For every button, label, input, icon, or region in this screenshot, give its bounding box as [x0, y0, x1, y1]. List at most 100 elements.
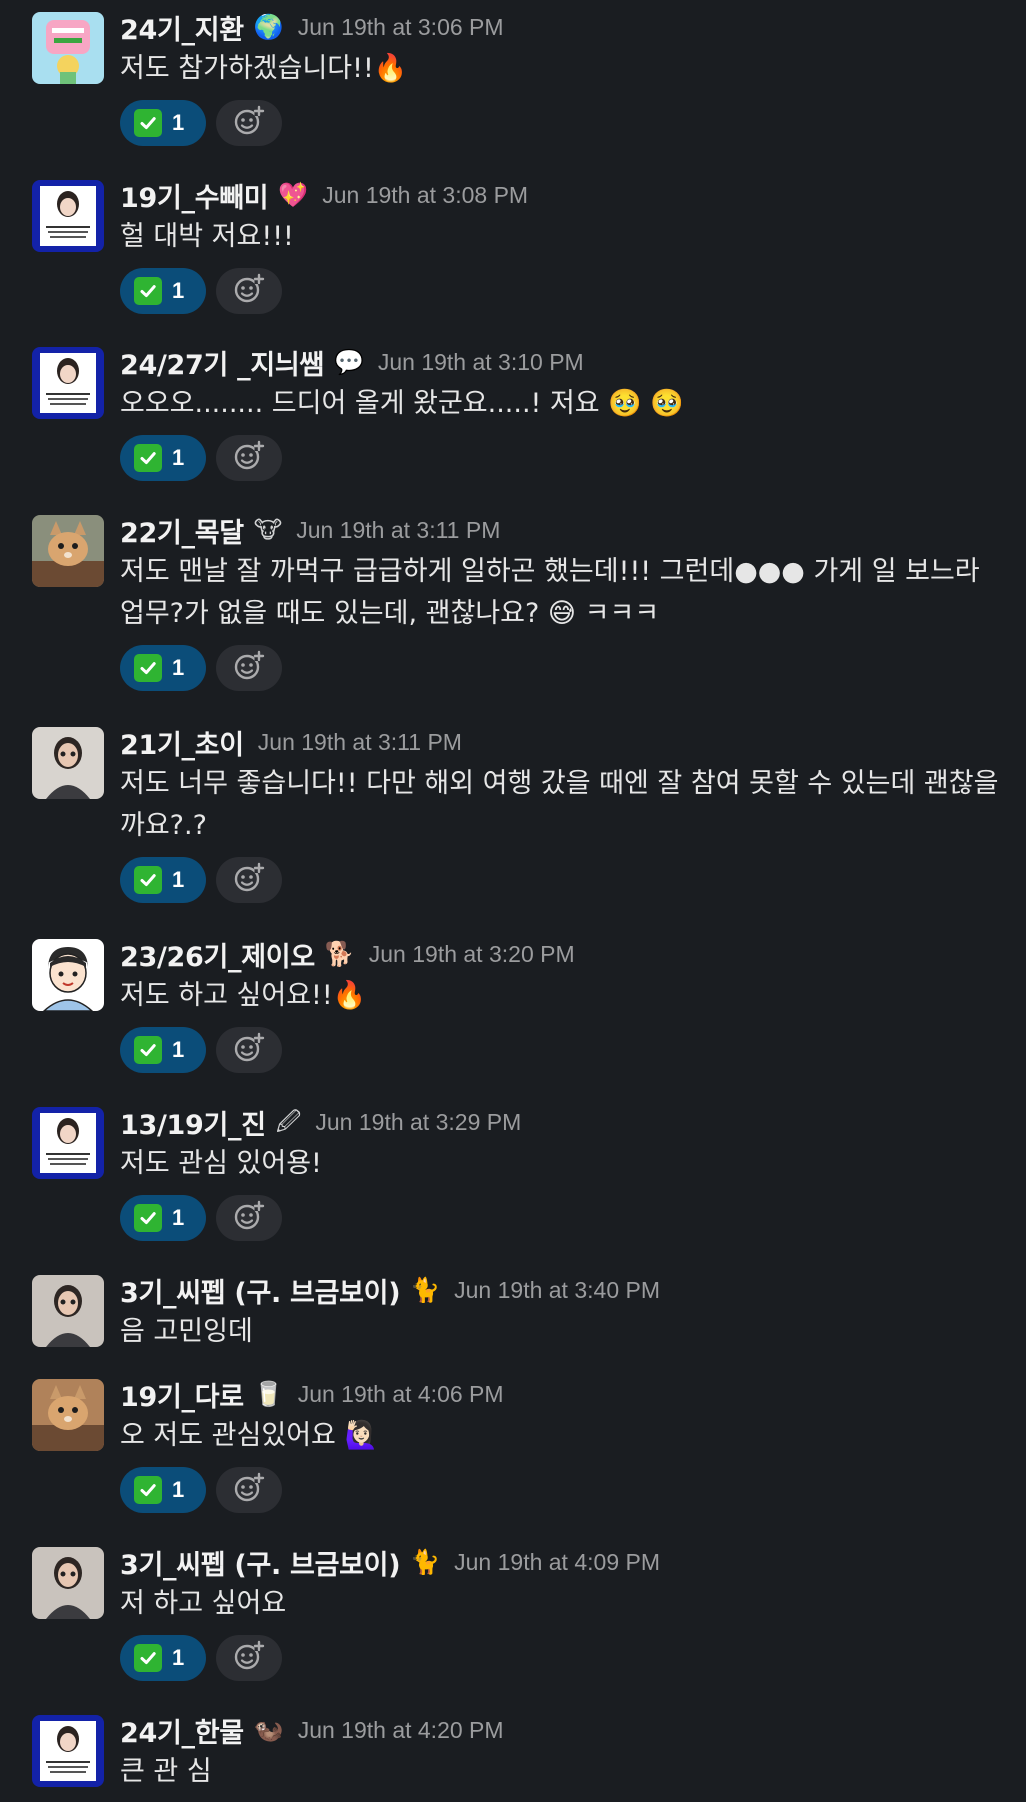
cow-face-icon[interactable]: 🐮 [254, 518, 282, 542]
add-reaction-button[interactable] [216, 435, 282, 481]
timestamp-link[interactable]: Jun 19th at 3:40 PM [454, 1277, 660, 1304]
check-reaction-button[interactable]: 1 [120, 268, 206, 314]
username-link[interactable]: 3기_씨펩 (구. 브금보이) [120, 1543, 401, 1582]
white-check-mark-icon [134, 277, 162, 305]
add-reaction-button[interactable] [216, 1027, 282, 1073]
reaction-bar: 1 [120, 1195, 282, 1241]
avatar-person-photo-icon[interactable] [32, 1275, 104, 1347]
message-text: 저도 하고 싶어요!!🔥 [120, 980, 367, 1011]
message-header: 24/27기 _지늬쌤 💬 Jun 19th at 3:10 PM [120, 341, 584, 383]
username-link[interactable]: 19기_수빼미 [120, 176, 269, 215]
username-link[interactable]: 22기_목달 [120, 511, 244, 550]
add-reaction-button[interactable] [216, 268, 282, 314]
globe-icon[interactable]: 🌍 [254, 15, 284, 39]
white-check-mark-icon [134, 866, 162, 894]
pen-icon[interactable]: 🖉 [276, 1110, 302, 1134]
check-reaction-button[interactable]: 1 [120, 1027, 206, 1073]
add-reaction-button[interactable] [216, 645, 282, 691]
check-reaction-button[interactable]: 1 [120, 857, 206, 903]
username-link[interactable]: 13/19기_진 [120, 1103, 266, 1142]
reaction-bar: 1 [120, 1027, 282, 1073]
add-reaction-icon [232, 1639, 266, 1678]
username-link[interactable]: 3기_씨펩 (구. 브금보이) [120, 1271, 401, 1310]
avatar-photo-card-icon[interactable] [32, 347, 104, 419]
message-text: 저도 너무 좋습니다!! 다만 해외 여행 갔을 때엔 잘 참여 못할 수 있는… [120, 768, 999, 841]
add-reaction-button[interactable] [216, 1195, 282, 1241]
white-check-mark-icon [134, 1476, 162, 1504]
white-check-mark-icon [134, 1204, 162, 1232]
add-reaction-icon [232, 1031, 266, 1070]
avatar-cat-photo-icon[interactable] [32, 515, 104, 587]
cat-icon[interactable]: 🐈 [410, 1550, 440, 1574]
message-text: 큰 관 심 [120, 1756, 212, 1787]
add-reaction-button[interactable] [216, 1467, 282, 1513]
avatar-photo-card-icon[interactable] [32, 1107, 104, 1179]
add-reaction-button[interactable] [216, 1635, 282, 1681]
check-reaction-button[interactable]: 1 [120, 1195, 206, 1241]
message-header: 23/26기_제이오 🐕 Jun 19th at 3:20 PM [120, 933, 575, 975]
avatar-cat-photo-icon[interactable] [32, 1379, 104, 1451]
add-reaction-button[interactable] [216, 100, 282, 146]
message-header: 3기_씨펩 (구. 브금보이) 🐈 Jun 19th at 4:09 PM [120, 1541, 660, 1583]
reaction-count: 1 [172, 867, 185, 892]
reaction-count: 1 [172, 278, 185, 303]
timestamp-link[interactable]: Jun 19th at 3:08 PM [322, 182, 528, 209]
timestamp-link[interactable]: Jun 19th at 3:10 PM [378, 349, 584, 376]
check-reaction-button[interactable]: 1 [120, 645, 206, 691]
sparkling-heart-icon[interactable]: 💖 [278, 183, 308, 207]
check-reaction-button[interactable]: 1 [120, 1467, 206, 1513]
avatar-pink-card-icon[interactable] [32, 12, 104, 84]
milk-bottle-icon[interactable]: 🥛 [254, 1382, 284, 1406]
avatar-photo-card-icon[interactable] [32, 1715, 104, 1787]
speech-bubble-icon[interactable]: 💬 [334, 350, 364, 374]
message-header: 22기_목달 🐮 Jun 19th at 3:11 PM [120, 509, 500, 551]
timestamp-link[interactable]: Jun 19th at 3:11 PM [296, 517, 500, 544]
message-header: 3기_씨펩 (구. 브금보이) 🐈 Jun 19th at 3:40 PM [120, 1269, 660, 1311]
add-reaction-icon [232, 861, 266, 900]
timestamp-link[interactable]: Jun 19th at 3:06 PM [298, 14, 504, 41]
message-header: 24기_한물 🦦 Jun 19th at 4:20 PM [120, 1709, 504, 1751]
timestamp-link[interactable]: Jun 19th at 4:20 PM [298, 1717, 504, 1744]
username-link[interactable]: 21기_초이 [120, 723, 244, 762]
reaction-bar: 1 [120, 435, 282, 481]
message-header: 24기_지환 🌍 Jun 19th at 3:06 PM [120, 6, 504, 48]
username-link[interactable]: 23/26기_제이오 [120, 935, 315, 974]
otter-icon[interactable]: 🦦 [254, 1718, 284, 1742]
reaction-count: 1 [172, 1477, 185, 1502]
timestamp-link[interactable]: Jun 19th at 3:29 PM [315, 1109, 521, 1136]
timestamp-link[interactable]: Jun 19th at 4:06 PM [298, 1381, 504, 1408]
avatar-photo-card-icon[interactable] [32, 180, 104, 252]
reaction-count: 1 [172, 110, 185, 135]
username-link[interactable]: 24/27기 _지늬쌤 [120, 343, 324, 382]
avatar-cartoon-boy-icon[interactable] [32, 939, 104, 1011]
cat-icon[interactable]: 🐈 [410, 1278, 440, 1302]
check-reaction-button[interactable]: 1 [120, 435, 206, 481]
avatar-person-photo-icon[interactable] [32, 727, 104, 799]
add-reaction-button[interactable] [216, 857, 282, 903]
message-text: 오오오........ 드디어 올게 왔군요.....! 저요 🥹 🥹 [120, 388, 685, 419]
message-text: 저 하고 싶어요 [120, 1588, 287, 1619]
message-header: 19기_수빼미 💖 Jun 19th at 3:08 PM [120, 174, 528, 216]
message-header: 19기_다로 🥛 Jun 19th at 4:06 PM [120, 1373, 504, 1415]
add-reaction-icon [232, 272, 266, 311]
reaction-bar: 1 [120, 857, 282, 903]
timestamp-link[interactable]: Jun 19th at 4:09 PM [454, 1549, 660, 1576]
message-text: 음 고민잉데 [120, 1316, 253, 1347]
check-reaction-button[interactable]: 1 [120, 100, 206, 146]
dog-icon[interactable]: 🐕 [325, 942, 355, 966]
avatar-person-photo-icon[interactable] [32, 1547, 104, 1619]
message-text: 저도 관심 있어용! [120, 1148, 322, 1179]
timestamp-link[interactable]: Jun 19th at 3:20 PM [369, 941, 575, 968]
white-check-mark-icon [134, 1644, 162, 1672]
username-link[interactable]: 24기_한물 [120, 1711, 244, 1750]
message-text: 저도 참가하겠습니다!!🔥 [120, 53, 408, 84]
username-link[interactable]: 24기_지환 [120, 8, 244, 47]
reaction-bar: 1 [120, 268, 282, 314]
message-text: 헐 대박 저요!!! [120, 221, 294, 252]
timestamp-link[interactable]: Jun 19th at 3:11 PM [258, 729, 462, 756]
reaction-bar: 1 [120, 1635, 282, 1681]
message-header: 21기_초이 Jun 19th at 3:11 PM [120, 721, 462, 763]
username-link[interactable]: 19기_다로 [120, 1375, 244, 1414]
add-reaction-icon [232, 1199, 266, 1238]
check-reaction-button[interactable]: 1 [120, 1635, 206, 1681]
